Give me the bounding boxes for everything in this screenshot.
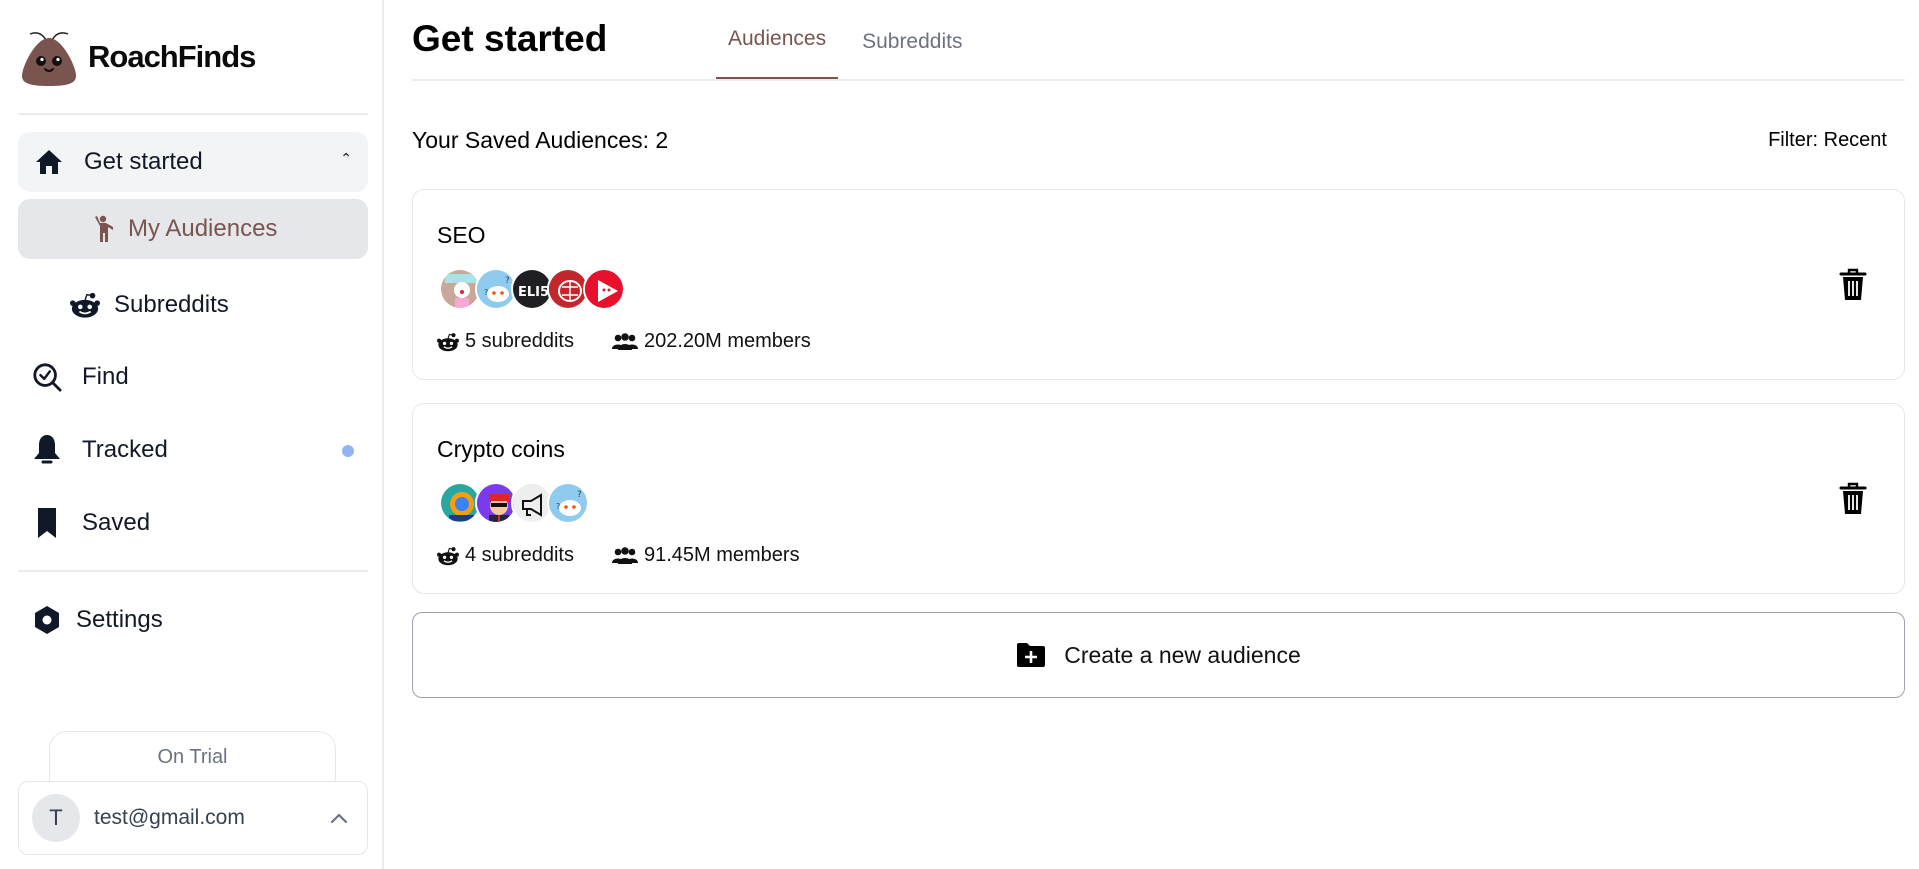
user-menu[interactable]: T test@gmail.com bbox=[18, 781, 368, 855]
app-name: RoachFinds bbox=[88, 39, 256, 74]
tab-audiences[interactable]: Audiences bbox=[716, 0, 839, 80]
hexagon-gear-icon bbox=[32, 605, 62, 635]
main-content: Get started Audiences Subreddits Your Sa… bbox=[408, 0, 1905, 869]
member-count: 91.45M members bbox=[643, 544, 800, 566]
svg-text:?: ? bbox=[577, 490, 582, 500]
sidebar-item-label: Tracked bbox=[82, 436, 168, 463]
member-count: 202.20M members bbox=[643, 330, 811, 352]
users-icon bbox=[611, 332, 638, 350]
audience-card[interactable]: Crypto coins ?? 4 subreddits 91.45M memb… bbox=[412, 403, 1905, 594]
reddit-icon bbox=[70, 290, 100, 320]
user-email: test@gmail.com bbox=[94, 806, 245, 829]
page-title: Get started bbox=[412, 18, 608, 59]
subreddit-avatar: ?? bbox=[547, 482, 589, 524]
roach-logo-icon bbox=[22, 32, 76, 86]
audience-name: SEO bbox=[437, 222, 486, 248]
avatar: T bbox=[32, 794, 80, 842]
sidebar-item-label: Get started bbox=[84, 148, 203, 175]
sidebar-item-subreddits[interactable]: Subreddits bbox=[18, 275, 368, 335]
audience-card[interactable]: SEO ?? ELI5 5 subreddits 202.20M members bbox=[412, 189, 1905, 380]
sidebar-item-label: Find bbox=[82, 363, 129, 390]
subreddit-avatar bbox=[583, 268, 625, 310]
bell-icon bbox=[32, 435, 62, 465]
saved-audiences-count: Your Saved Audiences: 2 bbox=[412, 127, 669, 153]
sidebar-item-saved[interactable]: Saved bbox=[18, 493, 368, 553]
notification-dot bbox=[342, 445, 354, 457]
create-audience-button[interactable]: Create a new audience bbox=[412, 612, 1905, 698]
sidebar-divider bbox=[18, 113, 368, 115]
sidebar-item-tracked[interactable]: Tracked bbox=[18, 420, 368, 480]
sidebar-item-label: Saved bbox=[82, 509, 151, 536]
svg-text:?: ? bbox=[505, 276, 510, 286]
svg-text:?: ? bbox=[556, 502, 560, 511]
sidebar-item-label: Subreddits bbox=[114, 291, 229, 318]
audience-stats: 5 subreddits 202.20M members bbox=[437, 330, 811, 353]
sidebar-item-my-audiences[interactable]: My Audiences bbox=[18, 199, 368, 259]
svg-text:ELI5: ELI5 bbox=[518, 285, 549, 300]
logo[interactable]: RoachFinds bbox=[18, 26, 256, 88]
subreddit-avatars: ?? bbox=[439, 482, 589, 524]
svg-text:?: ? bbox=[484, 288, 488, 297]
filter-dropdown[interactable]: Filter: Recent bbox=[1768, 129, 1887, 152]
person-waving-icon bbox=[88, 214, 118, 244]
chevron-up-icon[interactable]: ⌃ bbox=[340, 150, 352, 167]
header-divider bbox=[412, 79, 1905, 81]
home-icon bbox=[34, 147, 64, 177]
users-icon bbox=[611, 546, 638, 564]
reddit-icon bbox=[437, 546, 459, 565]
create-audience-label: Create a new audience bbox=[1064, 641, 1301, 668]
subreddit-count: 5 subreddits bbox=[465, 330, 574, 352]
audience-stats: 4 subreddits 91.45M members bbox=[437, 544, 800, 567]
subreddit-avatars: ?? ELI5 bbox=[439, 268, 625, 310]
sidebar-item-label: My Audiences bbox=[128, 215, 278, 242]
sidebar-item-label: Settings bbox=[76, 606, 163, 633]
folder-plus-icon bbox=[1017, 643, 1046, 667]
sidebar-item-find[interactable]: Find bbox=[18, 347, 368, 407]
sidebar-item-get-started[interactable]: Get started ⌃ bbox=[18, 132, 368, 192]
chevron-up-icon[interactable] bbox=[327, 806, 351, 830]
audience-name: Crypto coins bbox=[437, 436, 565, 462]
reddit-icon bbox=[437, 332, 459, 351]
trash-icon[interactable] bbox=[1838, 482, 1868, 516]
tab-subreddits[interactable]: Subreddits bbox=[850, 0, 974, 80]
subreddit-count: 4 subreddits bbox=[465, 544, 574, 566]
sidebar-divider bbox=[18, 570, 368, 572]
search-check-icon bbox=[32, 362, 62, 392]
sidebar-item-settings[interactable]: Settings bbox=[18, 590, 368, 650]
sidebar: RoachFinds Get started ⌃ My Audiences Su… bbox=[0, 0, 384, 869]
tab-bar: Audiences Subreddits bbox=[716, 0, 974, 80]
trash-icon[interactable] bbox=[1838, 268, 1868, 302]
bookmark-icon bbox=[32, 508, 62, 538]
